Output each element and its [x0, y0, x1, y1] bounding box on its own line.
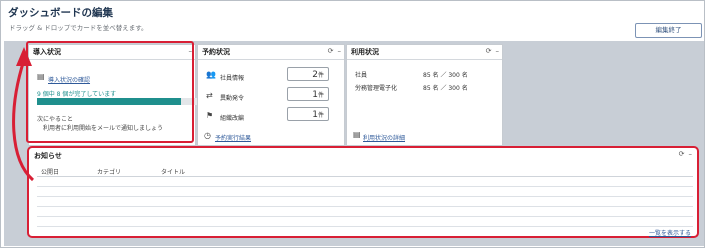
finish-editing-button[interactable]: 編集終了 [635, 23, 702, 38]
column-header: 公開日 [41, 169, 60, 176]
usage-label: 労務管理電子化 [355, 85, 398, 92]
notice-table-header: 公開日 カテゴリ タイトル [37, 166, 693, 177]
reservation-label: 異動発令 [220, 95, 245, 102]
card-header: 予約状況 ⟳ – [198, 45, 344, 60]
progress-bar [37, 98, 199, 105]
column-header: カテゴリ [97, 169, 122, 176]
minimize-icon[interactable]: – [689, 150, 693, 158]
reservation-count[interactable]: 1件 [287, 107, 329, 121]
reservation-status-card[interactable]: 予約状況 ⟳ – 👥 社員情報 2件 ⇄ 異動発令 1件 ⚑ 組織改編 1件 ◷ … [197, 44, 345, 146]
reservation-count[interactable]: 1件 [287, 87, 329, 101]
next-heading: 次にやること [37, 116, 74, 123]
page-title: ダッシュボードの編集 [8, 7, 113, 19]
intro-status-card[interactable]: 導入状況 – ▤ 導入状況の確認 9 個中 8 個が完了しています 次にやること… [28, 44, 199, 146]
progress-fill [37, 98, 182, 105]
usage-status-card[interactable]: 利用状況 ⟳ – 社員 85 名 ／ 300 名 労務管理電子化 85 名 ／ 3… [346, 44, 503, 146]
next-item: 利用者に利用開始をメールで通知しましょう [43, 125, 164, 132]
usage-value: 85 名 ／ 300 名 [423, 85, 468, 92]
notice-more-link[interactable]: 一覧を表示する [649, 228, 691, 237]
editor-header: ダッシュボードの編集 ドラッグ & ドロップでカードを並べ替えます。 編集終了 [4, 3, 703, 41]
progress-text: 9 個中 8 個が完了しています [37, 91, 117, 98]
document-icon: ▤ [37, 72, 45, 81]
refresh-icon[interactable]: ⟳ [486, 47, 492, 55]
intro-check-link[interactable]: 導入状況の確認 [48, 75, 90, 84]
column-header: タイトル [161, 169, 186, 176]
transfer-icon: ⇄ [206, 91, 213, 100]
minimize-icon[interactable]: – [496, 47, 500, 55]
card-title: 予約状況 [202, 48, 230, 56]
card-title: 利用状況 [351, 48, 379, 56]
usage-detail-link[interactable]: 利用状況の詳細 [363, 133, 405, 142]
reservation-count[interactable]: 2件 [287, 67, 329, 81]
card-title: お知らせ [34, 152, 62, 160]
table-row [37, 177, 693, 187]
notice-card[interactable]: お知らせ ⟳ – 公開日 カテゴリ タイトル 一覧を表示する [27, 146, 699, 238]
clock-icon: ◷ [204, 131, 211, 140]
reservation-label: 組織改編 [220, 115, 245, 122]
card-header: 利用状況 ⟳ – [347, 45, 502, 60]
page-subtitle: ドラッグ & ドロップでカードを並べ替えます。 [9, 24, 148, 32]
minimize-icon[interactable]: – [189, 47, 193, 55]
users-icon: 👥 [206, 70, 216, 79]
usage-value: 85 名 ／ 300 名 [423, 72, 468, 79]
document-icon: ▤ [353, 130, 361, 139]
card-title: 導入状況 [33, 48, 61, 56]
refresh-icon[interactable]: ⟳ [328, 47, 334, 55]
org-chart-icon: ⚑ [206, 111, 214, 120]
card-header: 導入状況 – [29, 45, 195, 60]
table-row [37, 187, 693, 197]
reservation-label: 社員情報 [220, 75, 245, 82]
refresh-icon[interactable]: ⟳ [679, 150, 685, 158]
table-row [37, 197, 693, 207]
table-row [37, 207, 693, 217]
usage-label: 社員 [355, 72, 368, 79]
reservation-history-link[interactable]: 予約実行結果 [215, 133, 251, 142]
minimize-icon[interactable]: – [338, 47, 342, 55]
table-row [37, 217, 693, 227]
